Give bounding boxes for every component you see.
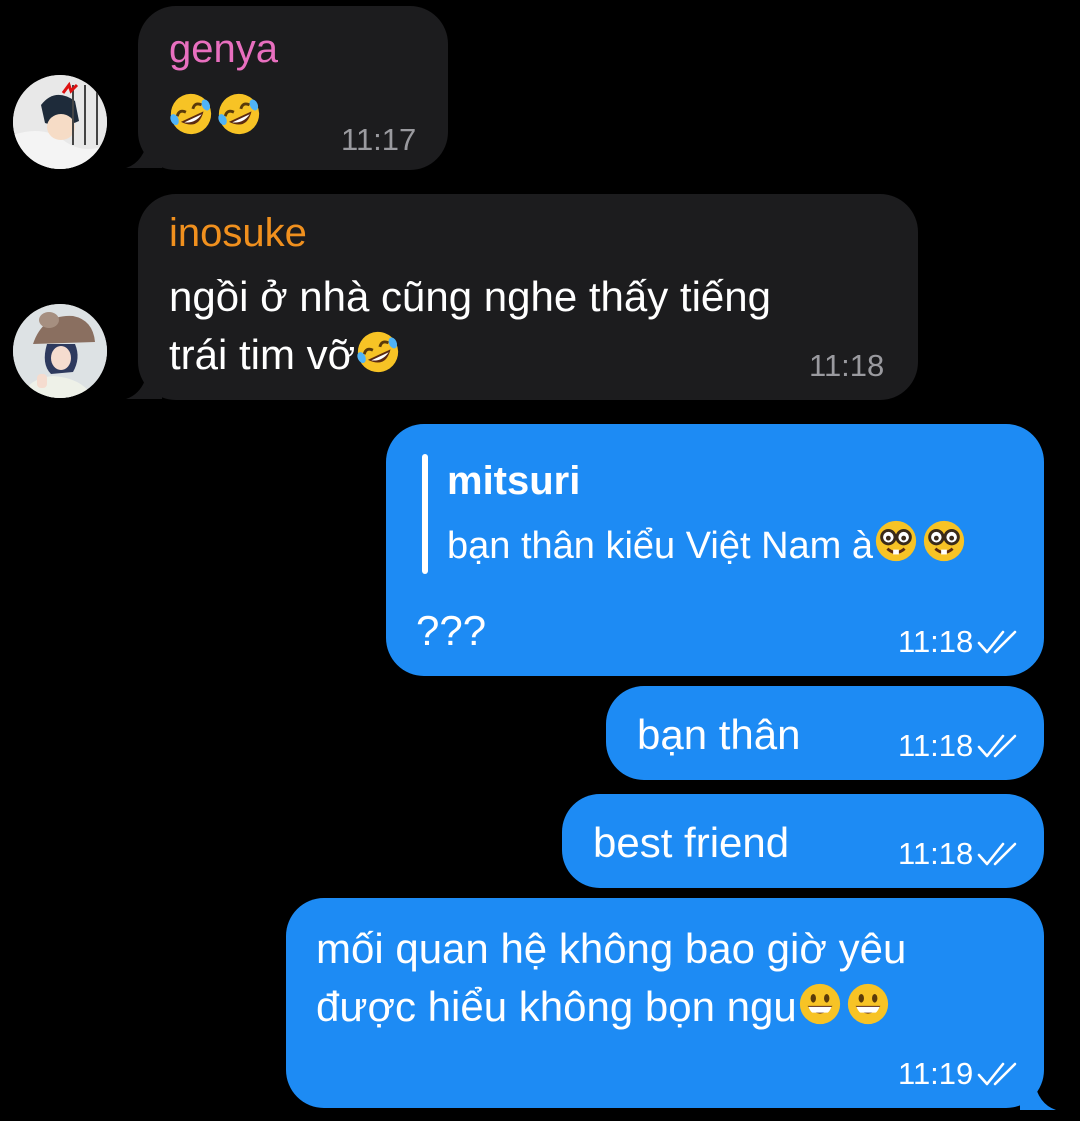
message-time: 11:18 (809, 348, 885, 383)
message-text-line1: mối quan hệ không bao giờ yêu (316, 925, 907, 972)
message-bubble-outgoing-reply[interactable]: mitsuri bạn thân kiểu Việt Nam à ??? 11:… (386, 424, 1044, 676)
message-bubble-outgoing[interactable]: best friend 11:18 (562, 794, 1044, 888)
message-text-line2: trái tim vỡ (169, 326, 403, 384)
message-text: trái tim vỡ (169, 331, 356, 378)
genya-avatar-image (13, 75, 107, 169)
message-text-line2: được hiểu không bọn ngu (316, 978, 893, 1036)
message-time-status: 11:18 (898, 836, 1021, 872)
message-bubble-inosuke[interactable]: inosuke ngồi ở nhà cũng nghe thấy tiếng … (138, 194, 918, 400)
avatar-inosuke[interactable] (13, 304, 107, 398)
sender-name: inosuke (169, 211, 307, 255)
message-text: ??? (416, 607, 487, 654)
grinning-face-emoji (845, 981, 891, 1027)
sender-name: genya (169, 27, 278, 71)
grinning-face-emoji (797, 981, 843, 1027)
message-text: được hiểu không bọn ngu (316, 983, 797, 1030)
nerd-face-emoji (921, 518, 967, 564)
double-check-icon (977, 629, 1021, 655)
message-text: best friend (593, 819, 790, 866)
nerd-face-emoji (873, 518, 919, 564)
message-bubble-outgoing[interactable]: mối quan hệ không bao giờ yêu được hiểu … (286, 898, 1044, 1108)
message-text: bạn thân (637, 711, 801, 758)
message-time: 11:18 (898, 728, 974, 763)
rolling-on-floor-laughing-emoji (355, 329, 401, 375)
message-time: 11:19 (898, 1056, 974, 1091)
double-check-icon (977, 841, 1021, 867)
message-text-line1: ngồi ở nhà cũng nghe thấy tiếng (169, 273, 772, 320)
message-time-status: 11:19 (898, 1056, 1021, 1092)
rolling-on-floor-laughing-emoji (216, 91, 262, 137)
message-time-status: 11:18 (898, 624, 1021, 660)
message-emoji (168, 88, 264, 146)
message-bubble-genya[interactable]: genya 11:17 (138, 6, 448, 170)
reply-bar (422, 454, 428, 574)
double-check-icon (977, 1061, 1021, 1087)
message-time-status: 11:18 (898, 728, 1021, 764)
message-time: 11:17 (341, 122, 417, 157)
message-bubble-outgoing[interactable]: bạn thân 11:18 (606, 686, 1044, 780)
double-check-icon (977, 733, 1021, 759)
reply-sender-name: mitsuri (447, 459, 581, 503)
message-time: 11:18 (898, 624, 974, 659)
reply-text: bạn thân kiểu Việt Nam à (447, 518, 969, 569)
message-time: 11:18 (898, 836, 974, 871)
rolling-on-floor-laughing-emoji (168, 91, 214, 137)
avatar-genya[interactable] (13, 75, 107, 169)
inosuke-avatar-image (13, 304, 107, 398)
reply-text-content: bạn thân kiểu Việt Nam à (447, 525, 874, 567)
